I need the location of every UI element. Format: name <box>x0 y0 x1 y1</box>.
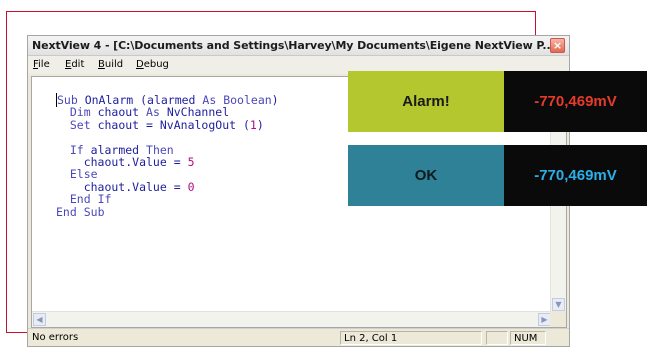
ok-label-panel: OK <box>348 145 504 206</box>
ok-value-panel: -770,469mV <box>504 145 647 206</box>
alarm-label-panel: Alarm! <box>348 71 504 132</box>
menu-build[interactable]: Build <box>98 59 123 70</box>
window-title: NextView 4 - [C:\Documents and Settings\… <box>32 39 555 52</box>
arrow-left-icon[interactable]: ◀ <box>33 313 46 326</box>
scroll-corner <box>550 311 566 327</box>
close-icon: × <box>552 39 563 52</box>
code-line[interactable]: Else <box>56 168 279 180</box>
alarm-value: -770,469mV <box>534 93 617 110</box>
code-line[interactable]: Set chaout = NvAnalogOut (1) <box>56 118 279 131</box>
menu-debug[interactable]: Debug <box>136 59 169 70</box>
ok-value: -770,469mV <box>534 167 617 184</box>
close-button[interactable]: × <box>550 38 565 53</box>
title-bar[interactable]: NextView 4 - [C:\Documents and Settings\… <box>28 36 569 56</box>
status-numlock: NUM <box>510 331 546 345</box>
status-bar: No errors Ln 2, Col 1 NUM <box>28 328 569 346</box>
alarm-value-panel: -770,469mV <box>504 71 647 132</box>
horizontal-scrollbar[interactable]: ◀ ▶ <box>32 311 552 327</box>
status-blank <box>486 331 508 345</box>
arrow-down-icon[interactable]: ▼ <box>552 298 565 311</box>
status-message: No errors <box>32 332 79 343</box>
menu-file[interactable]: File <box>33 59 50 70</box>
ok-label: OK <box>414 167 438 184</box>
code-line[interactable]: End Sub <box>56 205 279 218</box>
menu-edit[interactable]: Edit <box>65 59 84 70</box>
status-cursor-position: Ln 2, Col 1 <box>340 331 482 345</box>
code-text[interactable]: Sub OnAlarm (alarmed As Boolean) Dim cha… <box>56 93 279 218</box>
alarm-label: Alarm! <box>402 93 450 110</box>
